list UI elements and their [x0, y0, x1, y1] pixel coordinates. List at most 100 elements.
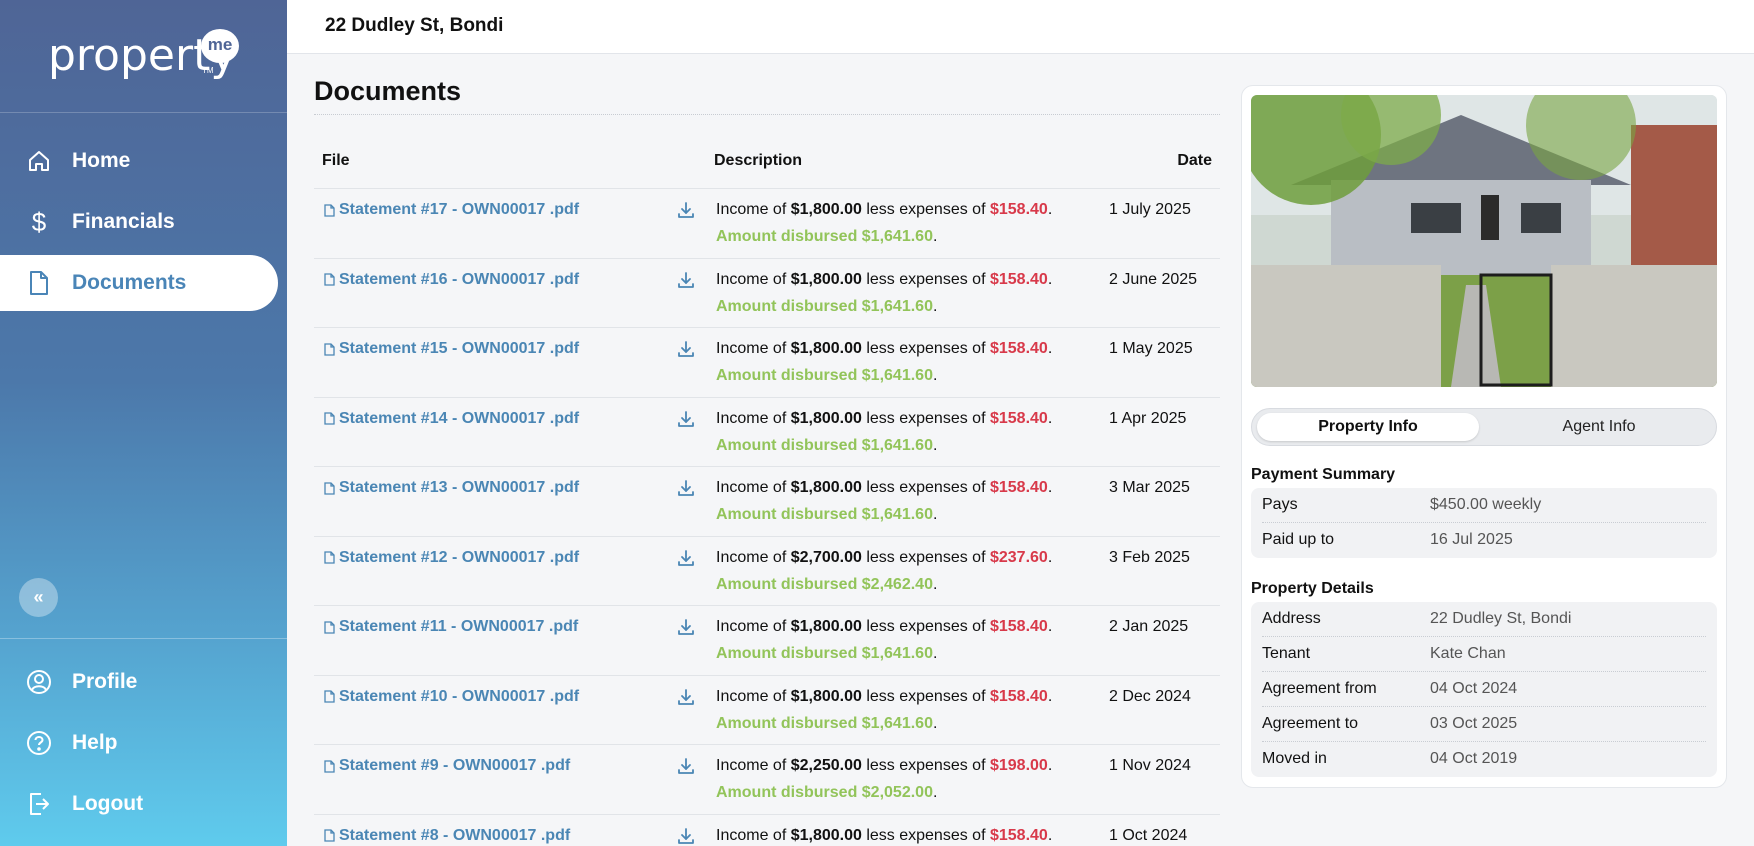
income-prefix: Income of — [716, 270, 791, 288]
payment-row: Pays $450.00 weekly — [1262, 488, 1706, 523]
document-date: 3 Feb 2025 — [1109, 548, 1190, 566]
document-file-link[interactable]: Statement #17 - OWN00017 .pdf — [324, 201, 579, 219]
tab-property-info[interactable]: Property Info — [1257, 413, 1479, 441]
document-date: 2 Jan 2025 — [1109, 618, 1189, 635]
sidebar-item-help[interactable]: Help — [0, 715, 278, 771]
sidebar-item-profile[interactable]: Profile — [0, 654, 278, 710]
home-icon — [26, 148, 52, 174]
property-photo-image — [1251, 95, 1717, 387]
download-icon[interactable] — [676, 617, 696, 637]
row-value: 04 Oct 2019 — [1430, 750, 1518, 767]
document-file-link[interactable]: Statement #10 - OWN00017 .pdf — [324, 688, 579, 706]
collapse-sidebar-button[interactable]: « — [19, 578, 58, 617]
statement-summary: Income of $1,800.00 less expenses of $15… — [716, 618, 1052, 636]
detail-row: Agreement to 03 Oct 2025 — [1262, 707, 1706, 742]
statement-summary: Income of $1,800.00 less expenses of $15… — [716, 410, 1052, 428]
download-icon[interactable] — [676, 409, 696, 429]
file-name: Statement #16 - OWN00017 .pdf — [339, 270, 580, 288]
row-label: Pays — [1262, 496, 1298, 513]
sidebar-item-documents[interactable]: Documents — [0, 255, 278, 311]
document-file-link[interactable]: Statement #16 - OWN00017 .pdf — [324, 271, 579, 289]
disbursed-amount: $1,641.60 — [861, 714, 933, 732]
sidebar-item-label: Logout — [72, 792, 144, 815]
download-icon[interactable] — [676, 270, 696, 290]
document-file-link[interactable]: Statement #14 - OWN00017 .pdf — [324, 410, 579, 428]
sentence-end: . — [932, 436, 938, 454]
file-icon — [324, 203, 335, 217]
document-file-link[interactable]: Statement #11 - OWN00017 .pdf — [324, 618, 578, 636]
page-title: Documents — [314, 76, 462, 106]
disbursed-summary: Amount disbursed $1,641.60. — [716, 298, 937, 316]
expenses-amount: $158.40 — [989, 687, 1048, 705]
table-row: Statement #13 - OWN00017 .pdf Income of $… — [314, 466, 1220, 536]
document-date: 1 May 2025 — [1109, 340, 1193, 357]
file-name: Statement #14 - OWN00017 .pdf — [339, 409, 580, 427]
documents-section: Documents File Description Date Statemen… — [314, 54, 1220, 846]
disbursed-amount: $1,641.60 — [861, 228, 933, 245]
file-name: Statement #17 - OWN00017 .pdf — [339, 201, 580, 218]
row-value: 04 Oct 2024 — [1430, 680, 1518, 697]
sentence-end: . — [1047, 618, 1053, 635]
expenses-prefix: less expenses of — [861, 201, 990, 218]
expenses-amount: $158.40 — [989, 270, 1048, 288]
document-file-link[interactable]: Statement #12 - OWN00017 .pdf — [324, 549, 579, 567]
disbursed-prefix: Amount disbursed — [716, 506, 862, 523]
sentence-end: . — [1047, 687, 1053, 705]
download-icon[interactable] — [676, 548, 696, 568]
sidebar-item-home[interactable]: Home — [0, 133, 278, 189]
brand-logo[interactable]: property me TM — [0, 0, 287, 113]
expenses-prefix: less expenses of — [861, 340, 990, 357]
detail-row: Agreement from 04 Oct 2024 — [1262, 672, 1706, 707]
file-name: Statement #13 - OWN00017 .pdf — [339, 479, 580, 496]
sentence-end: . — [932, 367, 938, 384]
property-photo — [1251, 95, 1717, 387]
expenses-amount: $158.40 — [989, 409, 1048, 427]
income-prefix: Income of — [716, 687, 791, 705]
income-amount: $1,800.00 — [790, 201, 862, 218]
file-icon — [324, 829, 335, 842]
document-date: 2 June 2025 — [1109, 270, 1198, 288]
download-icon[interactable] — [676, 826, 696, 846]
sentence-end: . — [932, 714, 938, 732]
user-circle-icon — [26, 669, 52, 695]
disbursed-summary: Amount disbursed $1,641.60. — [716, 506, 937, 524]
payment-row: Paid up to 16 Jul 2025 — [1262, 523, 1706, 558]
file-icon — [324, 551, 335, 564]
document-date: 1 Oct 2024 — [1109, 826, 1188, 844]
download-icon[interactable] — [676, 339, 696, 359]
sidebar-item-label: Home — [72, 149, 131, 172]
row-value: 16 Jul 2025 — [1430, 531, 1513, 548]
property-panel: Property Info Agent Info Payment Summary… — [1241, 85, 1727, 788]
table-row: Statement #15 - OWN00017 .pdf Income of $… — [314, 327, 1220, 397]
document-date: 1 July 2025 — [1109, 201, 1191, 218]
logout-icon — [26, 791, 52, 817]
document-file-link[interactable]: Statement #13 - OWN00017 .pdf — [324, 479, 579, 497]
download-icon[interactable] — [676, 756, 696, 776]
payment-summary-title: Payment Summary — [1251, 466, 1396, 483]
sentence-end: . — [1047, 757, 1053, 774]
sidebar-item-logout[interactable]: Logout — [0, 776, 278, 832]
expenses-prefix: less expenses of — [861, 270, 990, 288]
table-row: Statement #8 - OWN00017 .pdf Income of $1… — [314, 813, 1220, 846]
disbursed-summary: Amount disbursed $2,052.00. — [716, 784, 937, 802]
table-row: Statement #9 - OWN00017 .pdf Income of $2… — [314, 744, 1220, 814]
income-prefix: Income of — [716, 757, 791, 774]
file-name: Statement #9 - OWN00017 .pdf — [339, 757, 571, 774]
statement-summary: Income of $1,800.00 less expenses of $15… — [716, 271, 1052, 289]
income-amount: $1,800.00 — [790, 826, 862, 844]
expenses-prefix: less expenses of — [861, 618, 990, 635]
document-file-link[interactable]: Statement #8 - OWN00017 .pdf — [324, 827, 570, 845]
document-file-link[interactable]: Statement #9 - OWN00017 .pdf — [324, 757, 570, 775]
sidebar-item-financials[interactable]: $ Financials — [0, 194, 278, 250]
sentence-end: . — [1047, 270, 1053, 288]
download-icon[interactable] — [676, 200, 696, 220]
download-icon[interactable] — [676, 478, 696, 498]
download-icon[interactable] — [676, 687, 696, 707]
disbursed-prefix: Amount disbursed — [716, 645, 862, 662]
tab-agent-info[interactable]: Agent Info — [1488, 413, 1710, 441]
info-tab-toggle: Property Info Agent Info — [1251, 408, 1717, 446]
expenses-amount: $158.40 — [989, 201, 1048, 218]
document-file-link[interactable]: Statement #15 - OWN00017 .pdf — [324, 340, 579, 358]
file-icon — [324, 412, 335, 425]
document-date: 1 Nov 2024 — [1109, 757, 1191, 774]
